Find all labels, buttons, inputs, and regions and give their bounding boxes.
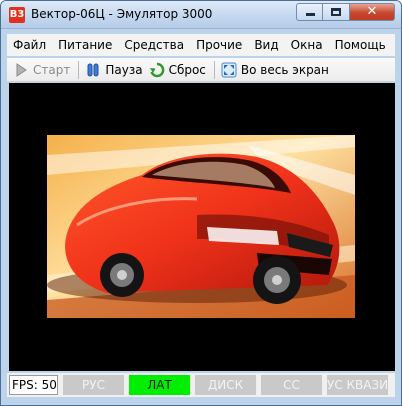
toolbar: Старт Пауза Сброс Во весь экран bbox=[7, 58, 395, 82]
pause-button[interactable]: Пауза bbox=[83, 59, 146, 81]
caption-buttons: ✕ bbox=[296, 3, 395, 21]
toolbar-separator bbox=[78, 60, 80, 79]
indicator-rus: РУС bbox=[63, 375, 124, 395]
status-bar: FPS: 50 РУС ЛАТ ДИСК СС УС КВАЗИ bbox=[7, 373, 395, 397]
menu-windows[interactable]: Окна bbox=[285, 34, 329, 56]
reset-label: Сброс bbox=[168, 62, 206, 77]
pause-icon bbox=[85, 62, 101, 78]
indicator-disk: ДИСК bbox=[195, 375, 256, 395]
app-icon[interactable]: B3 bbox=[9, 7, 25, 23]
fullscreen-icon bbox=[221, 62, 237, 78]
emulator-screen[interactable] bbox=[9, 83, 395, 371]
emulator-window: B3 Вектор-06Ц - Эмулятор 3000 ✕ Файл Пит… bbox=[0, 0, 402, 406]
menu-help[interactable]: Помощь bbox=[329, 34, 392, 56]
start-button[interactable]: Старт bbox=[11, 59, 74, 81]
menu-other[interactable]: Прочие bbox=[190, 34, 248, 56]
menu-view[interactable]: Вид bbox=[248, 34, 284, 56]
menu-file[interactable]: Файл bbox=[7, 34, 52, 56]
maximize-button[interactable] bbox=[323, 3, 350, 21]
red-sports-car-image bbox=[47, 135, 355, 318]
close-icon: ✕ bbox=[366, 4, 378, 19]
maximize-icon bbox=[331, 8, 341, 16]
fullscreen-button[interactable]: Во весь экран bbox=[219, 59, 333, 81]
menu-bar: Файл Питание Средства Прочие Вид Окна По… bbox=[7, 34, 395, 56]
minimize-button[interactable] bbox=[296, 3, 323, 21]
indicator-lat: ЛАТ bbox=[129, 375, 190, 395]
start-label: Старт bbox=[33, 62, 71, 77]
reset-icon bbox=[149, 62, 165, 78]
minimize-icon bbox=[306, 13, 315, 16]
close-button[interactable]: ✕ bbox=[350, 3, 395, 21]
fps-counter: FPS: 50 bbox=[9, 375, 58, 395]
fullscreen-label: Во весь экран bbox=[240, 62, 329, 77]
indicator-ss: СС bbox=[261, 375, 322, 395]
indicator-us-quasi: УС КВАЗИ bbox=[327, 375, 388, 395]
toolbar-separator bbox=[213, 60, 215, 79]
window-title: Вектор-06Ц - Эмулятор 3000 bbox=[31, 7, 213, 21]
play-icon bbox=[13, 62, 29, 78]
screen-image bbox=[47, 135, 355, 318]
pause-label: Пауза bbox=[105, 62, 143, 77]
reset-button[interactable]: Сброс bbox=[147, 59, 210, 81]
menu-tools[interactable]: Средства bbox=[118, 34, 190, 56]
menu-power[interactable]: Питание bbox=[52, 34, 118, 56]
title-bar[interactable]: B3 Вектор-06Ц - Эмулятор 3000 ✕ bbox=[1, 1, 401, 29]
